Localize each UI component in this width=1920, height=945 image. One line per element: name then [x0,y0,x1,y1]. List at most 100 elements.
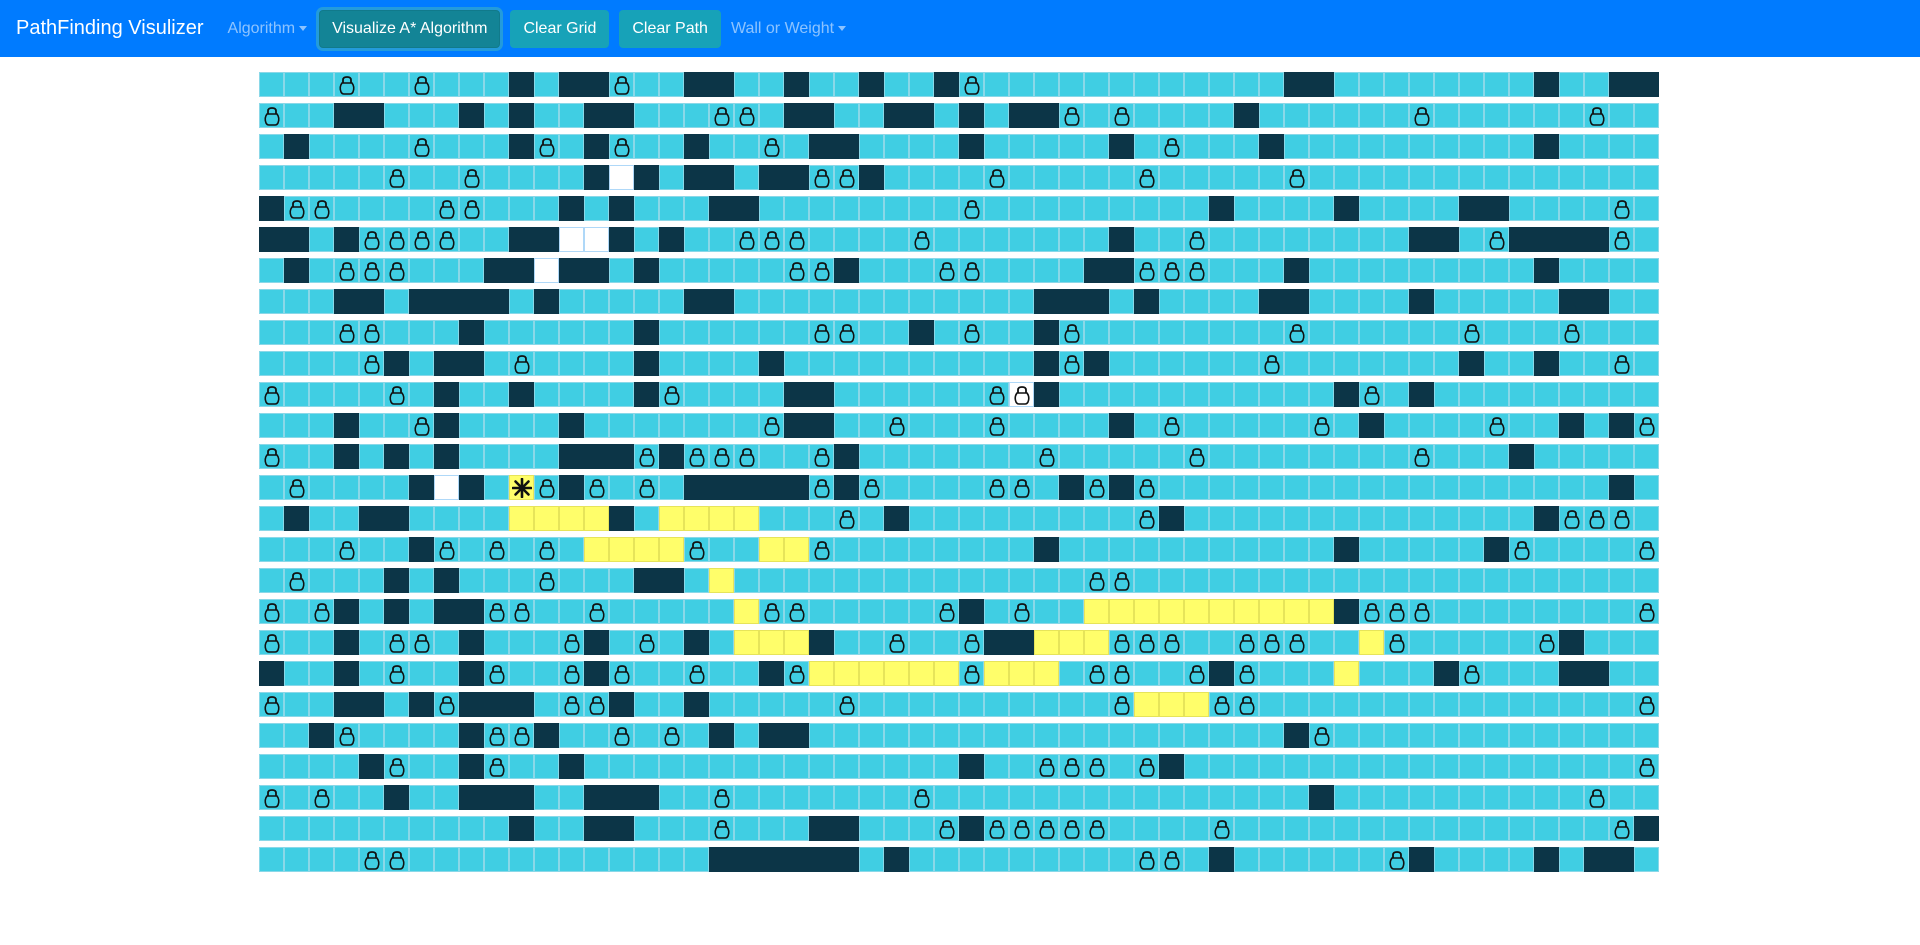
grid-cell-wall[interactable] [809,630,834,655]
grid-cell-wall[interactable] [459,351,484,376]
grid-cell-visited[interactable] [1234,165,1259,190]
grid-cell-visited[interactable] [959,692,984,717]
grid-cell-visited[interactable] [284,72,309,97]
grid-cell-visited[interactable] [284,103,309,128]
grid-cell-visited[interactable] [1584,692,1609,717]
grid-cell-visited[interactable] [259,165,284,190]
grid-cell-visited[interactable] [1434,537,1459,562]
grid-cell-visited[interactable] [909,537,934,562]
grid-cell-visited[interactable] [1459,568,1484,593]
grid-cell-visited[interactable] [634,506,659,531]
grid-cell-visited[interactable] [609,475,634,500]
grid-cell-wall[interactable] [634,351,659,376]
grid-cell-visited[interactable] [709,258,734,283]
grid-cell-visited[interactable] [309,258,334,283]
grid-cell-wall[interactable] [259,196,284,221]
grid-cell-visited-weight[interactable] [459,196,484,221]
grid-cell-visited[interactable] [1509,258,1534,283]
grid-cell-visited[interactable] [534,661,559,686]
grid-cell-visited[interactable] [1559,599,1584,624]
grid-cell-visited[interactable] [409,847,434,872]
grid-cell-wall[interactable] [459,289,484,314]
grid-cell-path[interactable] [1159,599,1184,624]
grid-cell-visited-weight[interactable] [334,258,359,283]
grid-cell-visited[interactable] [434,506,459,531]
grid-cell-visited[interactable] [484,382,509,407]
grid-cell-visited[interactable] [859,692,884,717]
grid-cell-visited-weight[interactable] [1284,630,1309,655]
grid-cell-visited-weight[interactable] [1059,103,1084,128]
grid-cell-visited[interactable] [759,506,784,531]
grid-cell-visited[interactable] [934,568,959,593]
grid-cell-visited[interactable] [659,599,684,624]
grid-cell-visited-weight[interactable] [1609,227,1634,252]
grid-cell-visited[interactable] [934,847,959,872]
grid-cell-visited[interactable] [309,537,334,562]
grid-cell-visited[interactable] [1359,661,1384,686]
grid-cell-visited-weight[interactable] [259,444,284,469]
grid-cell-visited[interactable] [934,630,959,655]
grid-cell-visited-weight[interactable] [484,754,509,779]
grid-cell-visited[interactable] [1484,351,1509,376]
grid-cell-visited[interactable] [484,351,509,376]
grid-cell-visited[interactable] [1134,568,1159,593]
grid-cell-visited[interactable] [884,72,909,97]
grid-cell-visited[interactable] [309,382,334,407]
grid-cell-wall[interactable] [634,568,659,593]
grid-cell-visited[interactable] [909,351,934,376]
grid-cell-visited[interactable] [259,475,284,500]
grid-cell-visited[interactable] [409,103,434,128]
grid-cell-wall[interactable] [1009,630,1034,655]
grid-cell-visited[interactable] [959,444,984,469]
grid-cell-visited-weight[interactable] [1084,568,1109,593]
grid-cell-wall[interactable] [1159,754,1184,779]
grid-cell-visited[interactable] [1109,382,1134,407]
grid-cell-visited[interactable] [359,816,384,841]
grid-cell-visited[interactable] [1159,227,1184,252]
grid-cell-visited[interactable] [1584,196,1609,221]
grid-cell-visited[interactable] [384,816,409,841]
grid-cell-unvisited[interactable] [609,165,634,190]
grid-cell-visited[interactable] [859,599,884,624]
grid-cell-visited-weight[interactable] [1634,413,1659,438]
grid-cell-visited-weight[interactable] [609,723,634,748]
grid-cell-wall[interactable] [1509,444,1534,469]
grid-cell-visited[interactable] [509,630,534,655]
grid-cell-visited[interactable] [284,289,309,314]
grid-cell-visited[interactable] [1559,103,1584,128]
grid-cell-visited[interactable] [1234,320,1259,345]
grid-cell-visited[interactable] [659,816,684,841]
grid-cell-wall[interactable] [884,103,909,128]
grid-cell-visited[interactable] [1459,723,1484,748]
grid-cell-visited[interactable] [784,289,809,314]
grid-cell-visited[interactable] [1284,351,1309,376]
grid-cell-visited[interactable] [1109,351,1134,376]
grid-cell-wall[interactable] [434,599,459,624]
grid-cell-wall[interactable] [684,475,709,500]
grid-cell-visited[interactable] [784,816,809,841]
grid-cell-wall[interactable] [834,134,859,159]
grid-cell-visited[interactable] [1034,692,1059,717]
grid-cell-visited[interactable] [1409,630,1434,655]
grid-cell-visited[interactable] [1134,196,1159,221]
grid-cell-visited-weight[interactable] [684,537,709,562]
grid-cell-wall[interactable] [434,351,459,376]
grid-cell-visited[interactable] [1334,568,1359,593]
grid-cell-wall[interactable] [1559,661,1584,686]
grid-cell-visited[interactable] [1359,289,1384,314]
grid-cell-wall[interactable] [484,289,509,314]
grid-cell-visited-weight[interactable] [584,692,609,717]
grid-cell-visited[interactable] [1034,847,1059,872]
grid-cell-visited[interactable] [359,599,384,624]
grid-cell-wall[interactable] [1359,413,1384,438]
algorithm-dropdown[interactable]: Algorithm [228,20,308,38]
grid-cell-visited[interactable] [1434,506,1459,531]
grid-cell-visited[interactable] [859,630,884,655]
grid-cell-wall[interactable] [709,289,734,314]
grid-cell-visited-weight[interactable] [1034,754,1059,779]
grid-cell-visited[interactable] [1359,847,1384,872]
grid-cell-wall[interactable] [434,382,459,407]
grid-cell-visited[interactable] [1334,134,1359,159]
grid-cell-visited[interactable] [884,227,909,252]
grid-cell-visited[interactable] [1109,847,1134,872]
